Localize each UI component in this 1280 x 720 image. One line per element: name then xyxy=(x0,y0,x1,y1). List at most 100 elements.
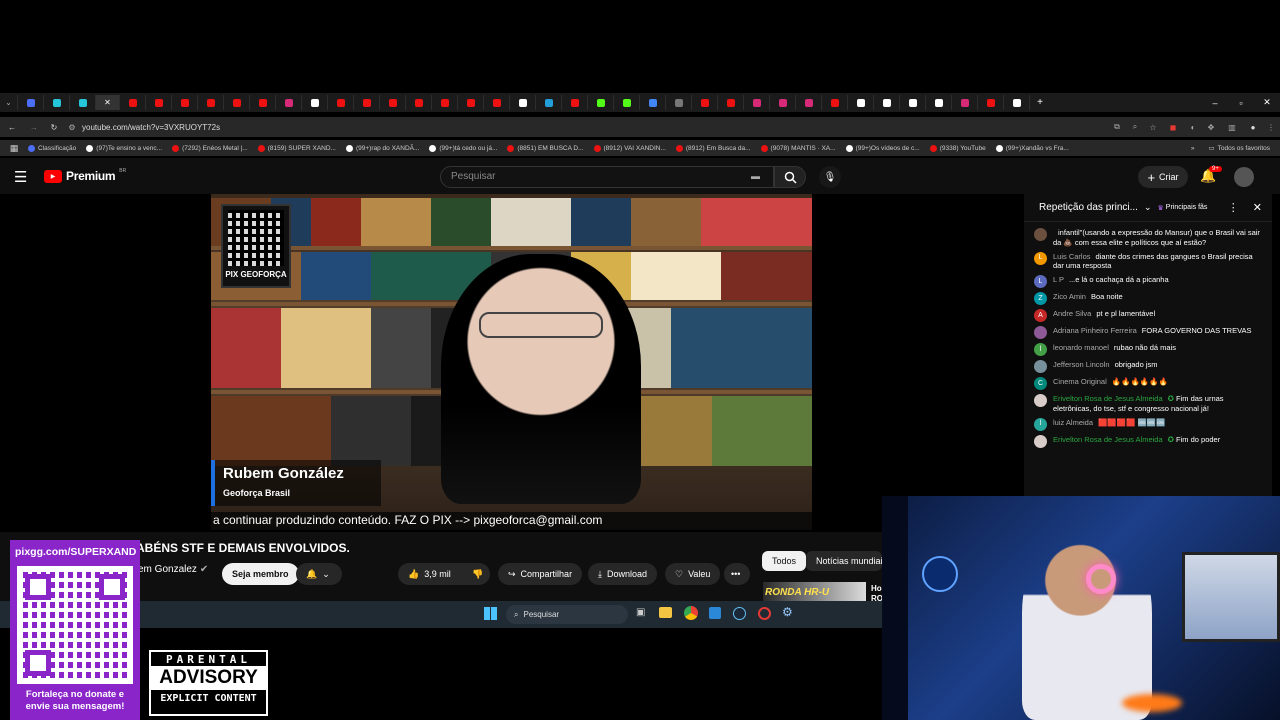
chat-author[interactable]: Adriana Pinheiro Ferreira xyxy=(1053,326,1137,335)
chat-message[interactable]: Z Zico Amin Boa noite xyxy=(1024,290,1272,307)
chat-author[interactable]: L P xyxy=(1053,275,1064,284)
chat-author[interactable]: Cinema Original xyxy=(1053,377,1107,386)
browser-tab[interactable] xyxy=(146,95,172,110)
settings-icon[interactable]: ⚙ xyxy=(782,605,793,619)
notifications-button[interactable]: 🔔 9+ xyxy=(1200,166,1222,184)
maximize-icon[interactable]: ▫ xyxy=(1228,98,1254,108)
bookmark-item[interactable]: (8912) Em Busca da... xyxy=(675,144,751,152)
chat-message[interactable]: L Luis Carlos diante dos crimes das gangue… xyxy=(1024,250,1272,274)
close-window-icon[interactable]: ✕ xyxy=(1254,97,1280,108)
forward-icon[interactable]: → xyxy=(24,123,44,132)
app-icon[interactable] xyxy=(709,607,721,619)
file-explorer-icon[interactable] xyxy=(659,607,672,618)
browser-menu-icon[interactable]: ⋮ xyxy=(1262,123,1280,132)
bookmark-item[interactable]: (99+)tá cedo ou já... xyxy=(429,144,497,152)
search-input[interactable]: Pesquisar xyxy=(440,166,774,188)
taskbar-search[interactable]: ⌕ Pesquisar xyxy=(506,605,628,624)
browser-tab[interactable] xyxy=(848,95,874,110)
chat-avatar[interactable] xyxy=(1034,326,1047,339)
chat-author[interactable]: Zico Amin xyxy=(1053,292,1086,301)
profile-avatar[interactable]: ● xyxy=(1244,123,1262,132)
browser-tab[interactable] xyxy=(1004,95,1030,110)
browser-tab[interactable] xyxy=(458,95,484,110)
browser-tab[interactable] xyxy=(614,95,640,110)
thanks-button[interactable]: ♡ Valeu xyxy=(665,563,721,585)
browser-tab[interactable] xyxy=(120,95,146,110)
chat-avatar[interactable]: C xyxy=(1034,377,1047,390)
reload-icon[interactable]: ↻ xyxy=(44,123,64,132)
keyboard-icon[interactable]: ▬ xyxy=(751,171,760,181)
bookmark-item[interactable]: Classificação xyxy=(28,144,76,152)
chat-author[interactable]: leonardo manoel xyxy=(1053,343,1109,352)
chip-all[interactable]: Todos xyxy=(762,551,807,571)
chat-avatar[interactable] xyxy=(1034,434,1047,448)
browser-tab[interactable] xyxy=(718,95,744,110)
dislike-button[interactable]: 👎 xyxy=(462,563,490,585)
browser-tab[interactable] xyxy=(744,95,770,110)
browser-tab[interactable] xyxy=(770,95,796,110)
chat-message[interactable]: Erivelton Rosa de Jesus Almeida ✪ Fim das… xyxy=(1024,392,1272,416)
browser-tab[interactable] xyxy=(302,95,328,110)
browser-tab[interactable] xyxy=(536,95,562,110)
browser-tab[interactable] xyxy=(952,95,978,110)
browser-tab[interactable] xyxy=(44,95,70,110)
browser-tab[interactable] xyxy=(18,95,44,110)
install-app-icon[interactable]: ⧉ xyxy=(1108,122,1126,132)
bookmark-item[interactable]: (8912) VAI XANDIN... xyxy=(593,144,666,152)
browser-tab[interactable] xyxy=(380,95,406,110)
account-avatar[interactable] xyxy=(1234,167,1254,187)
browser-tab[interactable] xyxy=(900,95,926,110)
url-field[interactable]: youtube.com/watch?v=3VXRUOYT72s xyxy=(80,123,1108,132)
voice-search-button[interactable]: 🎙 xyxy=(819,166,841,188)
chat-message[interactable]: L L P ...e lá o cachaça dá a picanha xyxy=(1024,273,1272,290)
chat-author[interactable]: Luis Carlos xyxy=(1053,252,1091,261)
all-bookmarks[interactable]: ▭ Todos os favoritos xyxy=(1208,144,1270,153)
browser-tab[interactable] xyxy=(510,95,536,110)
star-icon[interactable]: ☆ xyxy=(1144,123,1162,132)
browser-tab[interactable] xyxy=(432,95,458,110)
chat-message[interactable]: Jefferson Lincoln obrigado jsm xyxy=(1024,358,1272,375)
minimize-icon[interactable]: – xyxy=(1202,98,1228,108)
chat-author[interactable]: Jefferson Lincoln xyxy=(1053,360,1110,369)
steam-icon[interactable] xyxy=(733,607,746,620)
browser-tab[interactable] xyxy=(354,95,380,110)
sidebar-icon[interactable]: ▥ xyxy=(1220,123,1244,132)
bookmark-item[interactable]: (99+)Os vídeos de c... xyxy=(845,144,920,152)
browser-tab[interactable] xyxy=(926,95,952,110)
zoom-icon[interactable]: ⌕ xyxy=(1126,122,1144,132)
chat-avatar[interactable]: L xyxy=(1034,251,1047,265)
more-bookmarks-icon[interactable]: » xyxy=(1191,145,1195,152)
chat-message[interactable]: l leonardo manoel rubao não dá mais xyxy=(1024,341,1272,358)
chat-author[interactable]: Erivelton Rosa de Jesus Almeida xyxy=(1053,394,1163,403)
chrome-icon[interactable] xyxy=(684,606,698,620)
share-button[interactable]: ↪ Compartilhar xyxy=(498,563,583,585)
chat-avatar[interactable] xyxy=(1034,394,1047,407)
browser-tab[interactable] xyxy=(172,95,198,110)
browser-tab[interactable] xyxy=(562,95,588,110)
back-icon[interactable]: ← xyxy=(0,123,24,132)
browser-tab[interactable] xyxy=(874,95,900,110)
chat-message[interactable]: A Andre Silva pt e pl lamentável xyxy=(1024,307,1272,324)
browser-tab[interactable] xyxy=(588,95,614,110)
chat-avatar[interactable]: l xyxy=(1034,343,1047,356)
chip-world-news[interactable]: Notícias mundiais xyxy=(806,551,882,571)
chat-title[interactable]: Repetição das princi... xyxy=(1039,202,1138,213)
extension-icon[interactable]: ◼ xyxy=(1162,123,1184,132)
apps-grid-icon[interactable]: ▦ xyxy=(0,143,28,154)
browser-tab[interactable] xyxy=(796,95,822,110)
chat-more-icon[interactable]: ⋮ xyxy=(1228,201,1239,214)
chat-avatar[interactable]: Z xyxy=(1034,292,1047,305)
chat-author[interactable]: luiz Almeida xyxy=(1053,418,1093,427)
chat-message[interactable]: Adriana Pinheiro Ferreira FORA GOVERNO DA… xyxy=(1024,324,1272,341)
menu-icon[interactable]: ☰ xyxy=(14,168,27,186)
browser-tab[interactable] xyxy=(70,95,96,110)
chat-author[interactable]: Andre Silva xyxy=(1053,309,1091,318)
chat-avatar[interactable]: A xyxy=(1034,309,1047,322)
create-button[interactable]: + Criar xyxy=(1138,166,1188,188)
browser-tab[interactable] xyxy=(328,95,354,110)
chat-avatar[interactable] xyxy=(1034,360,1047,373)
chat-avatar[interactable]: L xyxy=(1034,275,1047,288)
bookmark-item[interactable]: (8851) EM BUSCA D... xyxy=(507,144,584,152)
chat-message[interactable]: Erivelton Rosa de Jesus Almeida ✪ Fim do … xyxy=(1024,433,1272,450)
chat-message[interactable]: C Cinema Original 🔥🔥🔥🔥🔥🔥 xyxy=(1024,375,1272,392)
